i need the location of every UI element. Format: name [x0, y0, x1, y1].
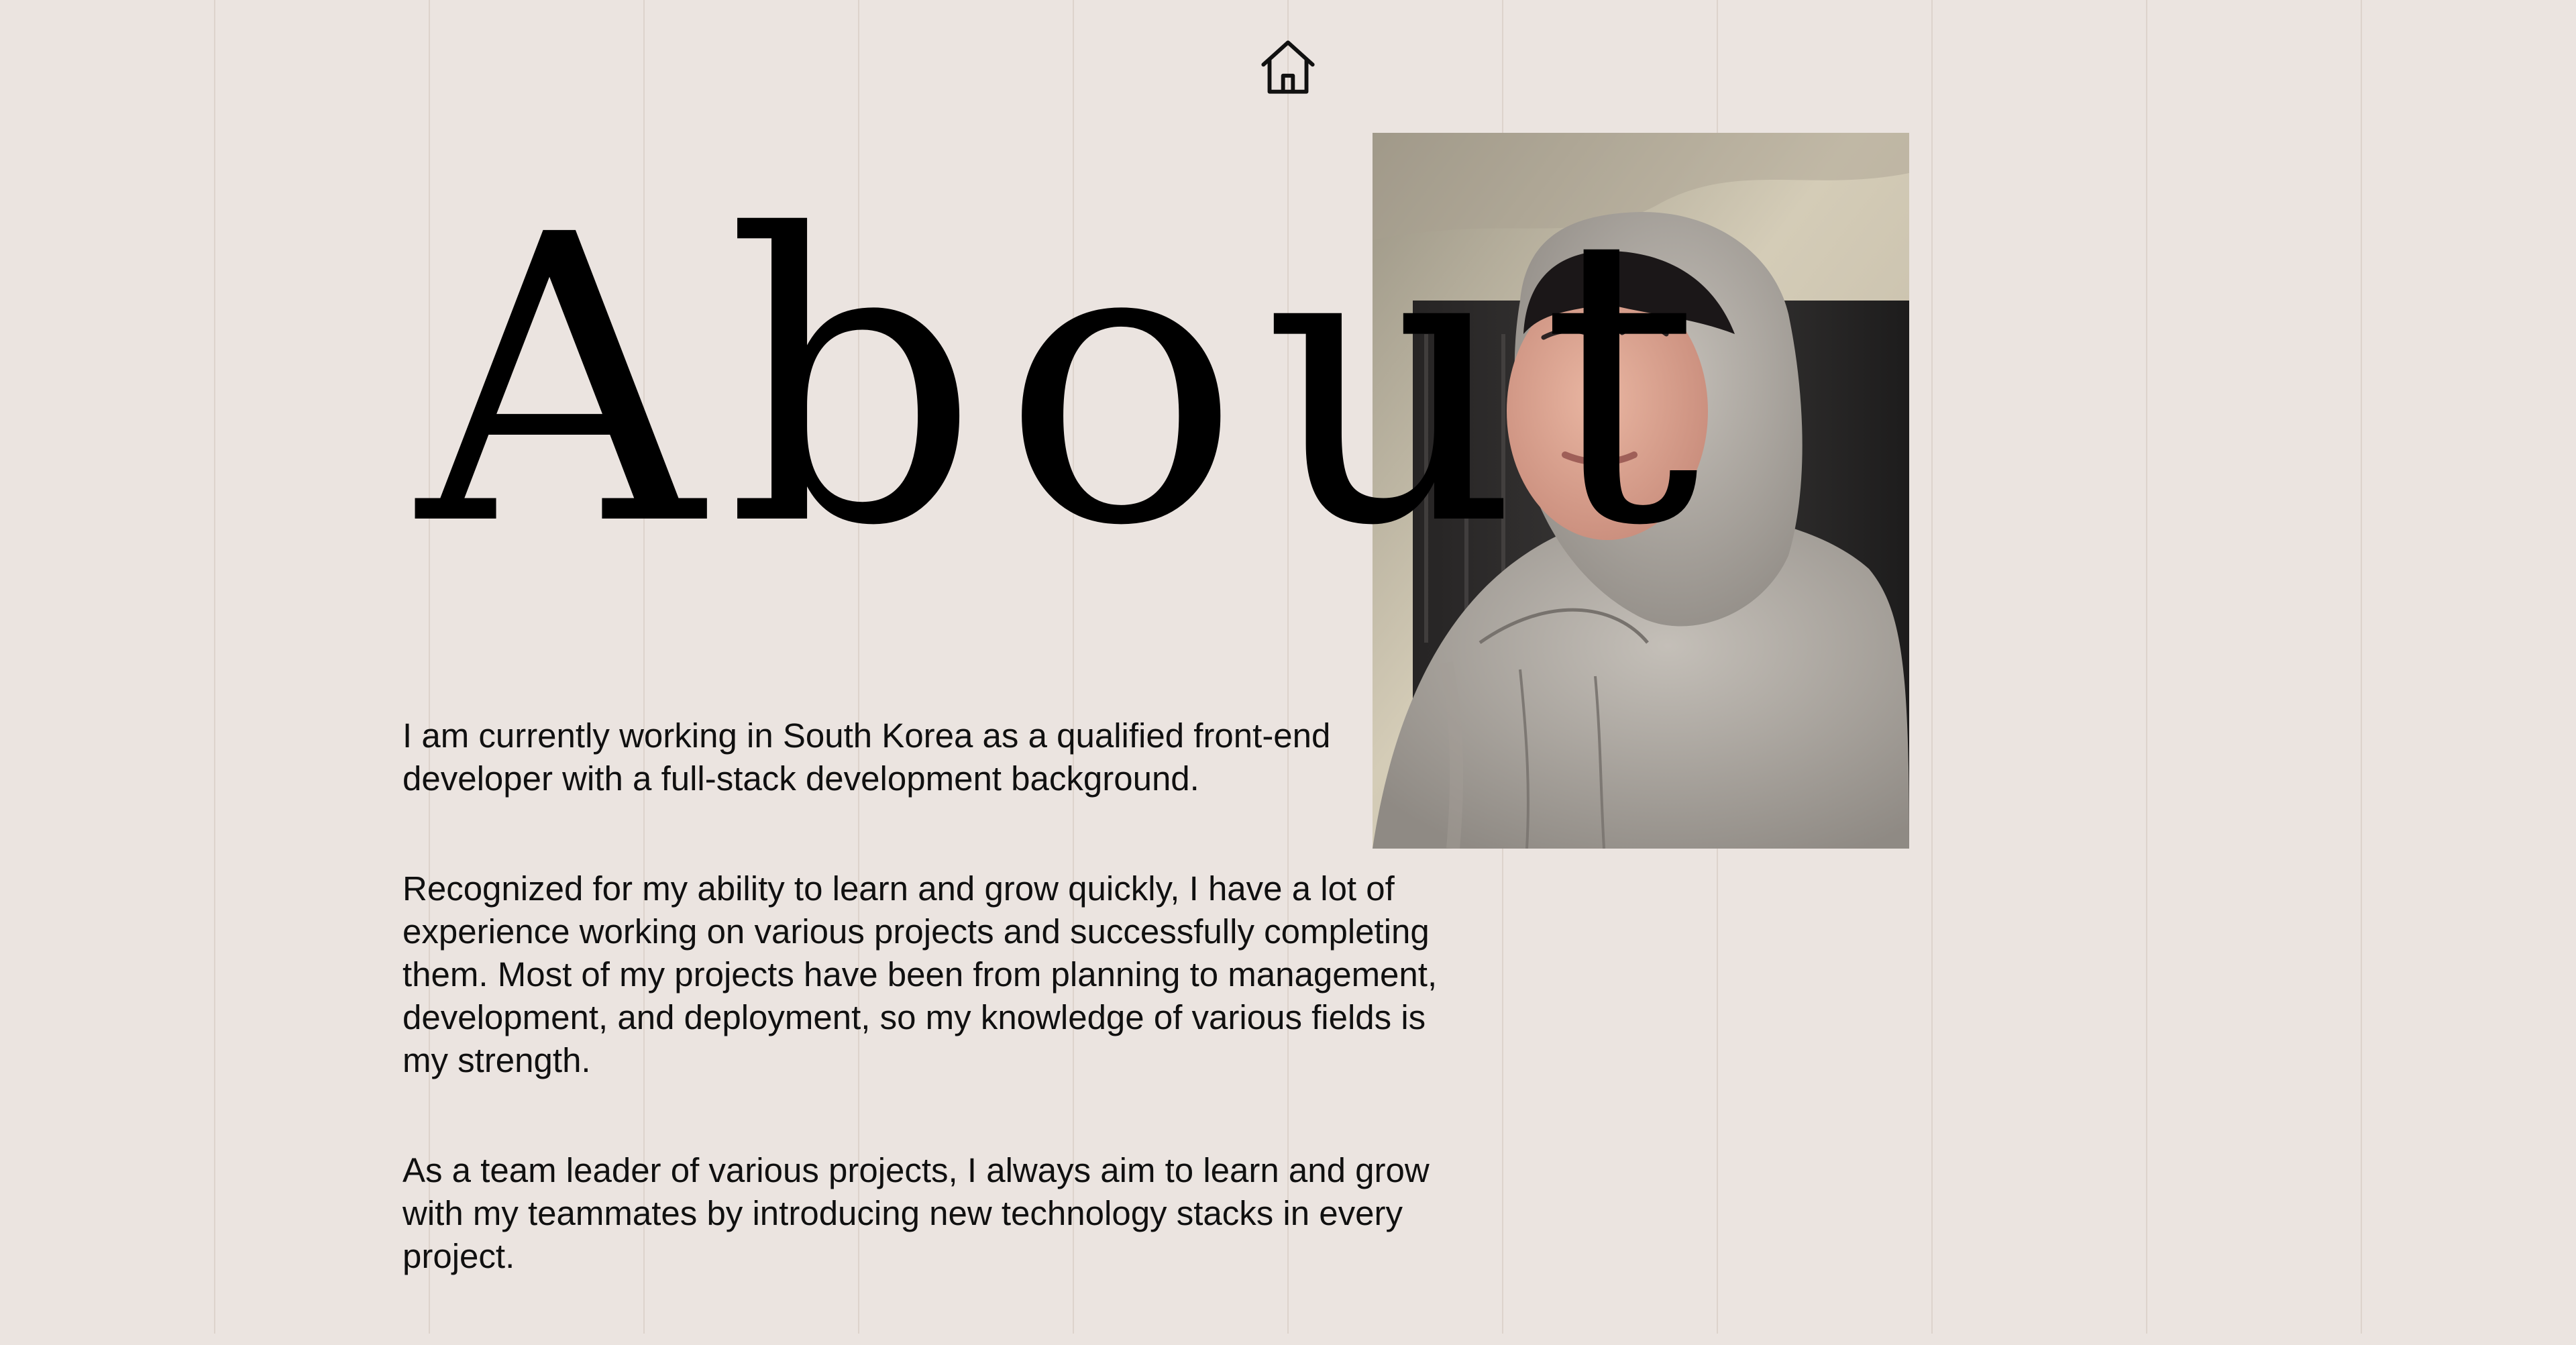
- grid-line: [214, 0, 215, 1334]
- grid-line: [2361, 0, 2362, 1334]
- about-paragraph: Recognized for my ability to learn and g…: [402, 869, 1438, 1079]
- home-icon: [1261, 40, 1315, 94]
- grid-line: [1931, 0, 1933, 1334]
- about-content: I am currently working in South Korea as…: [402, 714, 1449, 1345]
- home-button[interactable]: [1256, 37, 1320, 97]
- about-paragraph: I am currently working in South Korea as…: [402, 716, 1331, 798]
- page-title: About: [417, 152, 1723, 612]
- grid-line: [2146, 0, 2147, 1334]
- about-paragraph: As a team leader of various projects, I …: [402, 1151, 1430, 1275]
